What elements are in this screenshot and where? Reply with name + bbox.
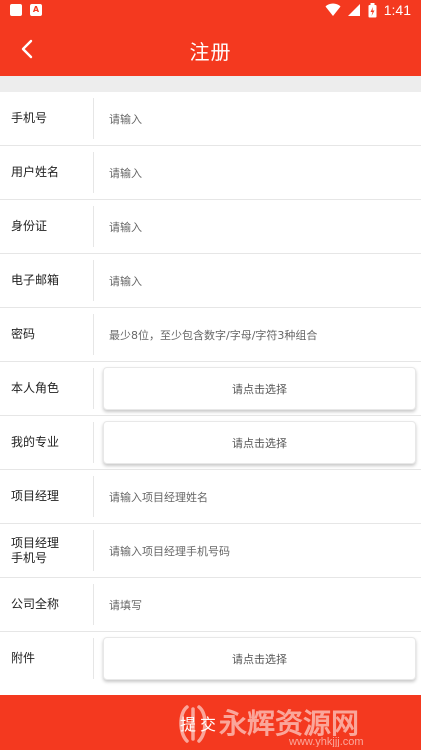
form-row-phone: 手机号 请输入 xyxy=(0,92,421,146)
field-label: 用户姓名 xyxy=(11,165,60,179)
field-label: 我的专业 xyxy=(11,435,60,449)
a-icon: A xyxy=(30,4,42,16)
notification-icon xyxy=(10,4,22,16)
submit-bar[interactable]: 提交 永辉资源网 www.yhkjjj.com xyxy=(0,695,421,750)
signal-icon xyxy=(347,4,360,16)
form-row-major: 我的专业 请点击选择 xyxy=(0,416,421,470)
divider xyxy=(93,476,94,517)
app-header: A 1:41 注册 xyxy=(0,0,421,76)
section-gap xyxy=(0,76,421,92)
form-row-attachment: 附件 请点击选择 xyxy=(0,632,421,686)
divider xyxy=(93,530,94,571)
divider xyxy=(93,584,94,625)
field-label: 手机号 xyxy=(11,111,48,125)
field-label: 身份证 xyxy=(11,219,48,233)
status-bar: A 1:41 xyxy=(0,0,421,24)
field-label: 项目经理 xyxy=(11,489,60,503)
divider xyxy=(93,206,94,247)
field-label: 电子邮箱 xyxy=(11,273,60,287)
form-row-password: 密码 最少8位，至少包含数字/字母/字符3种组合 xyxy=(0,308,421,362)
field-label: 密码 xyxy=(11,327,36,341)
password-input[interactable]: 最少8位，至少包含数字/字母/字符3种组合 xyxy=(109,308,317,361)
form-row-email: 电子邮箱 请输入 xyxy=(0,254,421,308)
manager-phone-input[interactable]: 请输入项目经理手机号码 xyxy=(109,524,230,577)
form-row-id-card: 身份证 请输入 xyxy=(0,200,421,254)
username-input[interactable]: 请输入 xyxy=(109,146,142,199)
wifi-icon xyxy=(325,3,341,16)
field-label: 项目经理 手机号 xyxy=(11,524,93,577)
major-select-button[interactable]: 请点击选择 xyxy=(103,421,416,464)
form-row-username: 用户姓名 请输入 xyxy=(0,146,421,200)
divider xyxy=(93,638,94,679)
field-label-line: 手机号 xyxy=(11,550,48,565)
watermark-url: www.yhkjjj.com xyxy=(288,736,364,747)
company-input[interactable]: 请填写 xyxy=(109,578,142,631)
divider xyxy=(93,422,94,463)
field-label: 公司全称 xyxy=(11,597,60,611)
phone-input[interactable]: 请输入 xyxy=(109,92,142,145)
field-label-line: 项目经理 xyxy=(11,535,60,550)
field-label: 附件 xyxy=(11,651,36,665)
divider xyxy=(93,368,94,409)
form-row-project-manager: 项目经理 请输入项目经理姓名 xyxy=(0,470,421,524)
divider xyxy=(93,260,94,301)
email-input[interactable]: 请输入 xyxy=(109,254,142,307)
watermark-logo: 永辉资源网 www.yhkjjj.com xyxy=(179,705,364,747)
divider xyxy=(93,314,94,355)
form-row-role: 本人角色 请点击选择 xyxy=(0,362,421,416)
field-label: 本人角色 xyxy=(11,381,60,395)
project-manager-input[interactable]: 请输入项目经理姓名 xyxy=(109,470,208,523)
battery-icon xyxy=(368,2,377,17)
attachment-select-button[interactable]: 请点击选择 xyxy=(103,637,416,680)
role-select-button[interactable]: 请点击选择 xyxy=(103,367,416,410)
form-row-manager-phone: 项目经理 手机号 请输入项目经理手机号码 xyxy=(0,524,421,578)
clock: 1:41 xyxy=(383,2,411,18)
divider xyxy=(93,98,94,139)
id-card-input[interactable]: 请输入 xyxy=(109,200,142,253)
registration-form: 手机号 请输入 用户姓名 请输入 身份证 请输入 电子邮箱 请输入 密码 最少8… xyxy=(0,92,421,686)
page-title: 注册 xyxy=(189,40,232,64)
form-row-company: 公司全称 请填写 xyxy=(0,578,421,632)
navigation-bar: 注册 xyxy=(0,24,421,76)
divider xyxy=(93,152,94,193)
